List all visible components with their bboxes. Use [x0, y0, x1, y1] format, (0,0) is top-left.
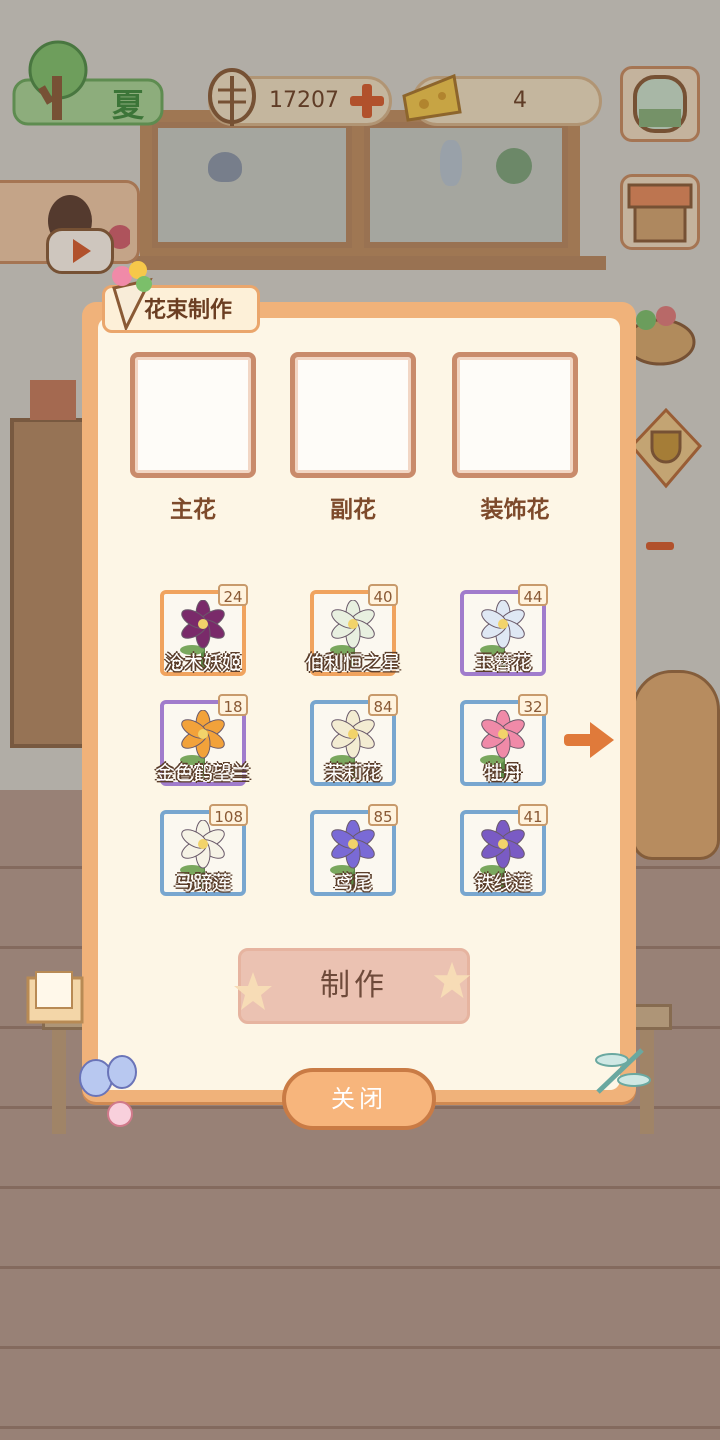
butterfly-icon [79, 1055, 137, 1127]
flower-name: 茉莉花 [324, 762, 382, 784]
main-flower-slot[interactable] [130, 352, 256, 478]
star-decor-icon [433, 961, 471, 999]
next-page-button[interactable] [562, 718, 616, 762]
flower-name: 鸢尾 [333, 872, 372, 894]
close-button[interactable]: 关闭 [282, 1068, 436, 1130]
flower-name: 金色鹤望兰 [155, 762, 251, 784]
flower-name: 马蹄莲 [174, 872, 232, 894]
flower-count: 44 [518, 584, 548, 606]
flower-count: 84 [368, 694, 398, 716]
flower-name: 伯利恒之星 [305, 652, 401, 674]
flower-count: 108 [209, 804, 248, 826]
secondary-flower-label: 副花 [330, 497, 376, 523]
note-icon [26, 971, 84, 1024]
flower-name: 沧木妖姬 [164, 652, 241, 674]
star-decor-icon [234, 972, 272, 1010]
flower-count: 85 [368, 804, 398, 826]
decor-flower-slot[interactable] [452, 352, 578, 478]
main-flower-label: 主花 [170, 497, 216, 523]
flower-count: 32 [518, 694, 548, 716]
arrow-right-icon [564, 722, 614, 758]
flower-count: 40 [368, 584, 398, 606]
flower-name: 牡丹 [483, 762, 522, 784]
flower-name: 玉簪花 [474, 652, 532, 674]
decor-flower-label: 装饰花 [480, 497, 550, 523]
flower-name: 铁线莲 [474, 872, 532, 894]
panel-title: 花束制作 [144, 298, 233, 323]
secondary-flower-slot[interactable] [290, 352, 416, 478]
dragonfly-icon [595, 1048, 651, 1094]
flower-count: 41 [518, 804, 548, 826]
flower-count: 18 [218, 694, 248, 716]
flower-count: 24 [218, 584, 248, 606]
